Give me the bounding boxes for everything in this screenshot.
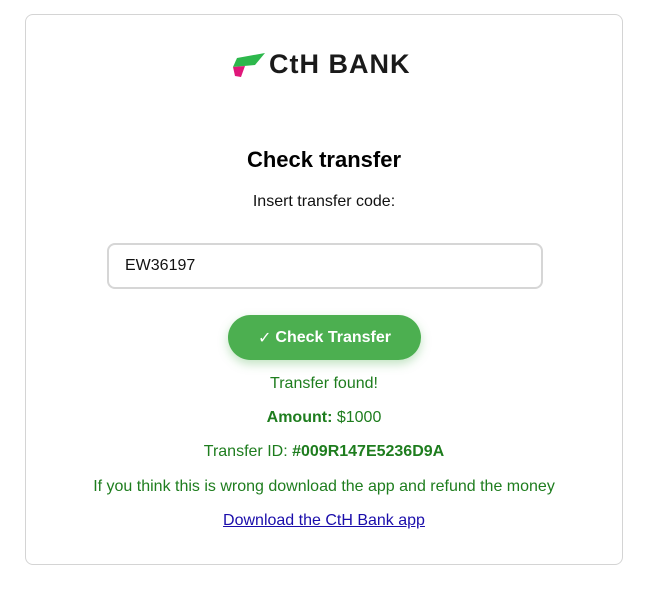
check-transfer-button-label: Check Transfer bbox=[275, 328, 391, 346]
refund-warning: If you think this is wrong download the … bbox=[93, 478, 555, 495]
brand-logo: CtH BANK bbox=[231, 48, 410, 80]
download-app-link[interactable]: Download the CtH Bank app bbox=[223, 512, 425, 529]
transfer-code-label: Insert transfer code: bbox=[252, 193, 396, 210]
checkmark-icon: ✓ bbox=[257, 329, 272, 347]
transfer-id-value: #009R147E5236D9A bbox=[292, 443, 445, 460]
check-transfer-button[interactable]: ✓ Check Transfer bbox=[228, 315, 421, 360]
transfer-id: Transfer ID: #009R147E5236D9A bbox=[0, 442, 648, 462]
amount-value: $1000 bbox=[336, 409, 382, 426]
transfer-id-label: Transfer ID: bbox=[203, 443, 288, 460]
brand-name: CtH BANK bbox=[269, 49, 411, 79]
cth-bank-logo-icon bbox=[233, 53, 265, 77]
transfer-amount: Amount: $1000 bbox=[0, 408, 648, 428]
amount-label: Amount: bbox=[266, 409, 333, 426]
page-title: Check transfer bbox=[246, 147, 402, 172]
download-app-row: Download the CtH Bank app bbox=[0, 511, 648, 531]
transfer-status: Transfer found! bbox=[270, 375, 378, 392]
transfer-code-input[interactable] bbox=[107, 243, 543, 289]
